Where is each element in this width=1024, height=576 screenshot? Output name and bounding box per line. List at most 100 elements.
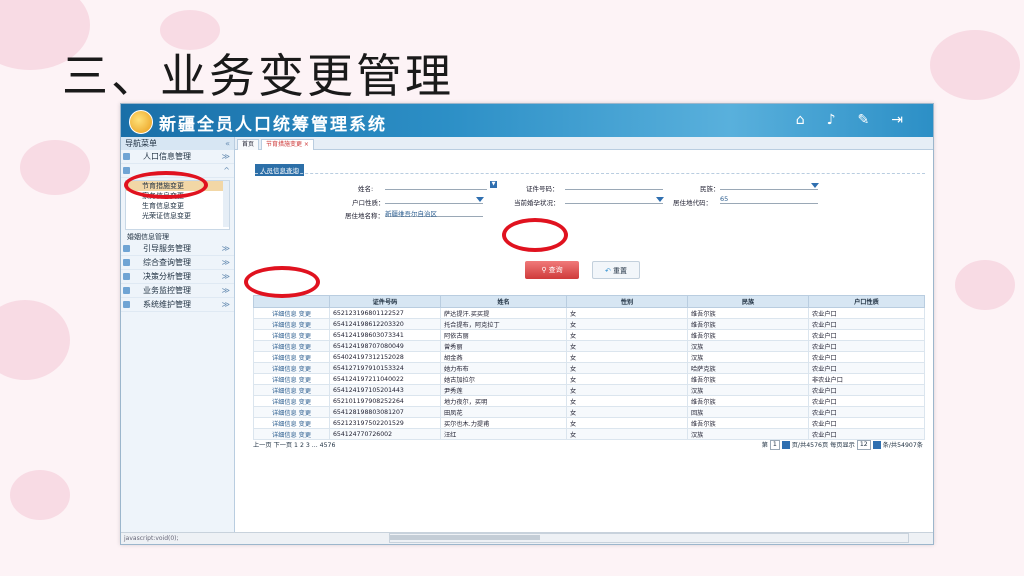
table-cell: 女 [566, 417, 688, 429]
logout-icon[interactable]: ⇥ [891, 112, 903, 128]
chevron-up-icon: ^ [223, 166, 230, 175]
sidebar-group-label: 综合查询管理 [143, 258, 191, 267]
name-dropdown-icon[interactable]: ▼ [490, 181, 497, 188]
tree-item-birth-change[interactable]: 生育信息变更 [126, 201, 229, 211]
table-cell: 654128198803081207 [329, 406, 441, 418]
home-icon[interactable]: ⌂ [796, 112, 805, 128]
tab-contraception-change[interactable]: 节育措施变更 × [261, 139, 314, 150]
table-cell: 女 [566, 384, 688, 396]
row-action-links[interactable]: 详细信息 变更 [253, 362, 330, 374]
table-row: 详细信息 变更 654124198603073341 阿依古丽女维吾尔族 农业户口 [253, 329, 925, 341]
chevron-down-icon[interactable] [656, 196, 664, 202]
scrollbar-thumb[interactable] [390, 535, 540, 540]
app-window: 新疆全员人口统筹管理系统 ⌂ ♪ ✎ ⇥ 导航菜单 « 人口信息管理 ≫ ^ 节… [120, 103, 934, 545]
chart-icon [123, 287, 130, 294]
table-cell: 农业户口 [808, 395, 925, 407]
bell-icon[interactable]: ♪ [827, 112, 836, 128]
sidebar-group-guidance[interactable]: 引导服务管理 ≫ [121, 242, 234, 256]
app-title: 新疆全员人口统筹管理系统 [159, 115, 387, 135]
page-number-input[interactable]: 1 [769, 440, 780, 450]
row-action-links[interactable]: 详细信息 变更 [253, 406, 330, 418]
reset-button[interactable]: ↶ 重置 [592, 261, 640, 279]
page-dropdown-icon[interactable] [781, 441, 790, 449]
background-petal [930, 30, 1020, 100]
table-cell: 托合提布，阿克拉丁 [440, 318, 567, 330]
annotation-circle-menu [124, 171, 208, 199]
status-text: javascript:void(0); [124, 535, 179, 542]
chevron-down-icon[interactable] [476, 196, 484, 202]
table-row: 详细信息 变更 654128198803081207 田凤花女回族 农业户口 [253, 406, 925, 418]
chevron-down-icon[interactable] [811, 182, 819, 188]
page-size-select[interactable]: 12 [856, 440, 871, 450]
hukou-label: 户口性质： [352, 199, 385, 207]
row-action-links[interactable]: 详细信息 变更 [253, 307, 330, 319]
row-action-links[interactable]: 详细信息 变更 [253, 428, 330, 440]
region-code-input[interactable]: 65 [720, 195, 818, 204]
search-icon: ⚲ [541, 266, 549, 274]
table-cell: 654124197105201443 [329, 384, 441, 396]
table-cell: 652123196801122527 [329, 307, 441, 319]
table-cell: 654124770726002 [329, 428, 441, 440]
row-action-links[interactable]: 详细信息 变更 [253, 318, 330, 330]
table-cell: 维吾尔族 [687, 373, 809, 385]
folder-icon [123, 259, 130, 266]
table-cell: 农业户口 [808, 406, 925, 418]
region-name-label: 居住地名称： [345, 212, 384, 220]
table-cell: 农业户口 [808, 384, 925, 396]
tree-item-marriage[interactable]: 婚姻信息管理 [121, 232, 234, 242]
tree-item-honor-certificate-change[interactable]: 光荣证信息变更 [126, 211, 229, 221]
pagination-links[interactable]: 上一页 下一页 1 2 3 ... 4576 [253, 442, 335, 449]
table-cell: 女 [566, 307, 688, 319]
table-cell: 654127197910153324 [329, 362, 441, 374]
sidebar-group-system[interactable]: 系统维护管理 ≫ [121, 298, 234, 312]
id-number-input[interactable] [565, 181, 663, 190]
tab-home[interactable]: 首页 [237, 139, 260, 150]
table-row: 详细信息 变更 654124770726002 汪红女汉族 农业户口 [253, 428, 925, 440]
tools-icon[interactable]: ✎ [858, 112, 870, 128]
tree-scrollbar[interactable] [223, 181, 229, 227]
row-action-links[interactable]: 详细信息 变更 [253, 373, 330, 385]
row-action-links[interactable]: 详细信息 变更 [253, 395, 330, 407]
table-cell: 回族 [687, 406, 809, 418]
table-cell: 田凤花 [440, 406, 567, 418]
chevron-down-icon: ≫ [221, 286, 230, 295]
row-action-links[interactable]: 详细信息 变更 [253, 417, 330, 429]
row-action-links[interactable]: 详细信息 变更 [253, 340, 330, 352]
column-header: 性别 [566, 295, 688, 308]
table-row: 详细信息 变更 654127197910153324 她力布布女哈萨克族 农业户口 [253, 362, 925, 374]
horizontal-scrollbar[interactable] [389, 533, 909, 543]
sidebar-group-population[interactable]: 人口信息管理 ≫ [121, 150, 234, 164]
sidebar-header: 导航菜单 « [121, 137, 234, 150]
column-header: 户口性质 [808, 295, 925, 308]
table-row: 详细信息 变更 654024197312152028 胡金燕女汉族 农业户口 [253, 351, 925, 363]
ethnicity-select[interactable] [720, 181, 818, 190]
name-input[interactable] [385, 181, 487, 190]
table-cell: 地力夜尔，买明 [440, 395, 567, 407]
row-action-links[interactable]: 详细信息 变更 [253, 384, 330, 396]
hukou-select[interactable] [385, 195, 483, 204]
tab-bar: 首页 节育措施变更 × [235, 137, 933, 150]
table-cell: 汉族 [687, 384, 809, 396]
row-action-links[interactable]: 详细信息 变更 [253, 351, 330, 363]
sidebar-group-decision[interactable]: 决策分析管理 ≫ [121, 270, 234, 284]
row-action-links[interactable]: 详细信息 变更 [253, 329, 330, 341]
record-total: 条/共54907条 [882, 442, 923, 449]
sidebar-group-query[interactable]: 综合查询管理 ≫ [121, 256, 234, 270]
table-cell: 654124197211040022 [329, 373, 441, 385]
sidebar-group-monitor[interactable]: 业务监控管理 ≫ [121, 284, 234, 298]
reset-icon: ↶ [604, 267, 614, 275]
page-size-dropdown-icon[interactable] [872, 441, 881, 449]
ethnicity-label: 民族： [700, 185, 720, 193]
marital-status-select[interactable] [565, 195, 663, 204]
chevron-down-icon: ≫ [221, 152, 230, 161]
pagination-right: 第 1 页/共4576页 每页显示 12 条/共54907条 [762, 440, 923, 451]
table-cell: 农业户口 [808, 362, 925, 374]
table-cell: 女 [566, 318, 688, 330]
region-name-input[interactable]: 新疆维吾尔自治区 [385, 208, 483, 218]
background-petal [20, 140, 90, 195]
query-button[interactable]: ⚲ 查询 [525, 261, 579, 279]
chevron-up-icon[interactable]: « [225, 137, 230, 150]
table-cell: 654024197312152028 [329, 351, 441, 363]
folder-icon [123, 273, 130, 280]
column-header: 民族 [687, 295, 809, 308]
